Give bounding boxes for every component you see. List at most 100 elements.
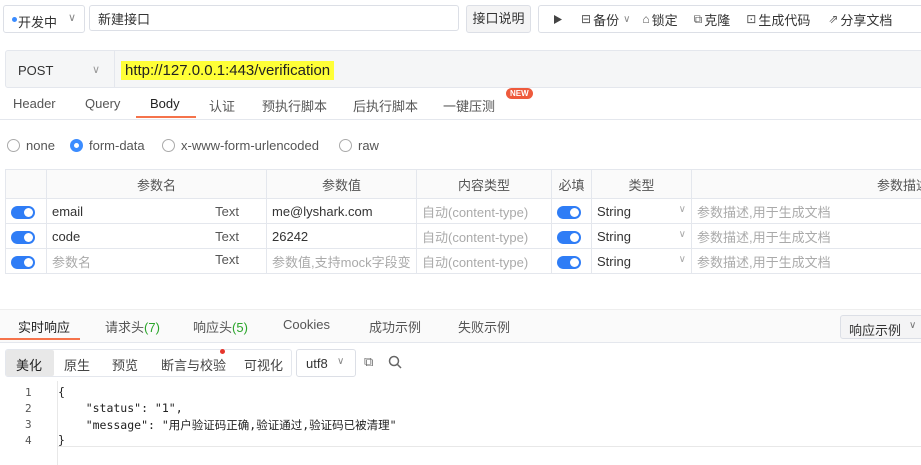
notification-dot: [220, 349, 225, 354]
required-toggle-cell[interactable]: [551, 198, 592, 224]
tab-post-script[interactable]: 后执行脚本: [353, 96, 418, 115]
type-select-cell[interactable]: String ∨: [591, 223, 692, 249]
table-row: code Text 26242 自动(content-type) String ∨ …: [5, 223, 921, 249]
toggle-on-icon[interactable]: [11, 205, 35, 219]
param-name-cell[interactable]: 参数名 Text: [46, 248, 267, 274]
param-format-select[interactable]: Text: [215, 252, 239, 271]
view-mode-group: 美化 原生 预览 断言与校验 可视化: [5, 349, 292, 377]
description-cell[interactable]: 参数描述,用于生成文档: [691, 248, 921, 274]
required-toggle-cell[interactable]: [551, 248, 592, 274]
param-value-cell[interactable]: 参数值,支持mock字段变: [266, 248, 417, 274]
table-header-cell: 内容类型: [416, 169, 552, 199]
toggle-on-icon[interactable]: [557, 205, 581, 219]
view-raw[interactable]: 原生: [64, 355, 90, 374]
tab-live-response[interactable]: 实时响应: [18, 317, 70, 336]
description-cell[interactable]: 参数描述,用于生成文档: [691, 198, 921, 224]
tab-request-headers[interactable]: 请求头(7): [105, 317, 160, 336]
code-line: }: [58, 433, 65, 447]
content-type-cell[interactable]: 自动(content-type): [416, 198, 552, 224]
param-format-select[interactable]: Text: [215, 229, 239, 244]
share-doc-button[interactable]: ⇗ 分享文档: [828, 10, 892, 29]
active-tab-indicator: [0, 338, 80, 340]
radio-x-www-form-urlencoded[interactable]: x-www-form-urlencoded: [162, 138, 319, 153]
divider: [0, 119, 921, 120]
tab-body[interactable]: Body: [150, 96, 180, 111]
chevron-down-icon: ∨: [337, 356, 345, 367]
table-row: 参数名 Text 参数值,支持mock字段变 自动(content-type) S…: [5, 248, 921, 274]
method-select[interactable]: POST ∨: [6, 51, 115, 87]
share-icon: ⇗: [828, 12, 839, 26]
radio-icon: [339, 139, 352, 152]
encoding-select[interactable]: utf8 ∨: [296, 349, 356, 377]
toggle-on-icon[interactable]: [11, 230, 35, 244]
copy-icon[interactable]: ⧉: [364, 354, 373, 370]
table-header-cell: 必填: [551, 169, 592, 199]
tab-label: 失败示例: [458, 320, 511, 335]
tab-auth[interactable]: 认证: [209, 96, 235, 115]
response-example-dropdown[interactable]: 响应示例 ∨: [840, 315, 921, 339]
tab-label: Cookies: [283, 317, 330, 332]
generate-code-button[interactable]: ⊡ 生成代码: [746, 10, 810, 29]
api-doc-button[interactable]: 接口说明: [466, 5, 531, 33]
chevron-down-icon: ∨: [909, 320, 917, 331]
play-icon: [554, 14, 562, 24]
view-visualize[interactable]: 可视化: [244, 355, 283, 374]
radio-icon: [162, 139, 175, 152]
tab-count: (5): [232, 320, 248, 335]
tab-load-test[interactable]: 一键压测: [443, 96, 495, 115]
view-beautify[interactable]: 美化: [16, 355, 42, 374]
radio-label: x-www-form-urlencoded: [181, 138, 319, 153]
status-label: 开发中: [18, 15, 58, 30]
view-assertions[interactable]: 断言与校验: [161, 355, 226, 374]
clone-button[interactable]: ⧉ 克隆: [694, 10, 731, 29]
required-toggle-cell[interactable]: [551, 223, 592, 249]
radio-raw[interactable]: raw: [339, 138, 379, 153]
type-select-cell[interactable]: String ∨: [591, 248, 692, 274]
radio-form-data[interactable]: form-data: [70, 138, 145, 153]
enable-toggle-cell[interactable]: [5, 223, 47, 249]
url-input[interactable]: http://127.0.0.1:443/verification: [121, 61, 335, 80]
toggle-on-icon[interactable]: [11, 255, 35, 269]
active-tab-indicator: [136, 116, 196, 118]
param-format-select[interactable]: Text: [215, 204, 239, 219]
api-name-input[interactable]: [89, 5, 459, 31]
tab-label: 响应头: [193, 320, 233, 335]
type-select-cell[interactable]: String ∨: [591, 198, 692, 224]
toggle-on-icon[interactable]: [557, 230, 581, 244]
content-type-cell[interactable]: 自动(content-type): [416, 223, 552, 249]
clone-icon: ⧉: [693, 11, 703, 26]
tab-response-headers[interactable]: 响应头(5): [193, 317, 248, 336]
enable-toggle-cell[interactable]: [5, 198, 47, 224]
radio-none[interactable]: none: [7, 138, 55, 153]
tab-count: (7): [144, 320, 160, 335]
chevron-down-icon: ∨: [678, 203, 686, 215]
tab-fail-example[interactable]: 失败示例: [458, 317, 510, 336]
param-value-cell[interactable]: 26242: [266, 223, 417, 249]
content-type-cell[interactable]: 自动(content-type): [416, 248, 552, 274]
divider: [58, 446, 921, 447]
status-dropdown[interactable]: 开发中 ∨: [3, 5, 85, 33]
param-name-cell[interactable]: email Text: [46, 198, 267, 224]
run-button[interactable]: [553, 14, 563, 25]
type-label: String: [597, 228, 631, 244]
tab-label: 成功示例: [369, 320, 422, 335]
param-name-placeholder: 参数名: [52, 254, 92, 270]
backup-button[interactable]: ⊟ 备份 ∨: [581, 10, 630, 29]
tab-header[interactable]: Header: [13, 96, 56, 111]
tab-query[interactable]: Query: [85, 96, 120, 111]
param-value-cell[interactable]: me@lyshark.com: [266, 198, 417, 224]
radio-icon: [7, 139, 20, 152]
view-preview[interactable]: 预览: [112, 355, 138, 374]
line-number-gutter: 1 2 3 4: [0, 381, 46, 465]
tab-pre-script[interactable]: 预执行脚本: [262, 96, 327, 115]
enable-toggle-cell[interactable]: [5, 248, 47, 274]
line-number: 4: [25, 434, 32, 447]
method-label: POST: [18, 63, 54, 78]
param-name-cell[interactable]: code Text: [46, 223, 267, 249]
lock-button[interactable]: ⌂ 锁定: [642, 10, 677, 29]
tab-success-example[interactable]: 成功示例: [369, 317, 421, 336]
search-icon[interactable]: [388, 355, 402, 369]
tab-cookies[interactable]: Cookies: [283, 317, 330, 332]
toggle-on-icon[interactable]: [557, 255, 581, 269]
description-cell[interactable]: 参数描述,用于生成文档: [691, 223, 921, 249]
